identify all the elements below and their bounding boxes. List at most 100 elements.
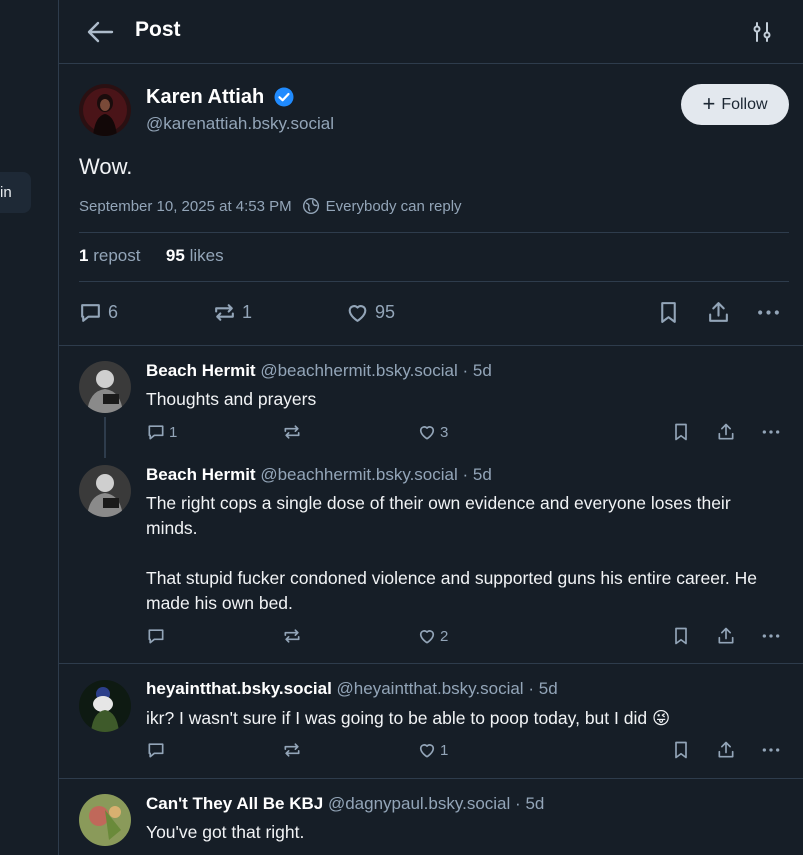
- more-button[interactable]: [761, 740, 781, 760]
- reply-author-handle[interactable]: @beachhermit.bsky.social: [260, 361, 457, 380]
- reply-age[interactable]: 5d: [473, 361, 492, 380]
- reply-button[interactable]: 1: [146, 422, 177, 442]
- reply-text: You've got that right.: [146, 822, 305, 842]
- reply-author[interactable]: heyaintthat.bsky.social @heyaintthat.bsk…: [146, 679, 558, 699]
- reply-age[interactable]: 5d: [525, 794, 544, 813]
- reply-author[interactable]: Can't They All Be KBJ @dagnypaul.bsky.so…: [146, 794, 544, 814]
- like-count: 2: [440, 627, 449, 645]
- reply-button[interactable]: [146, 626, 166, 646]
- author-avatar[interactable]: [79, 84, 131, 136]
- like-icon: [419, 744, 435, 758]
- filter-sliders-icon: [753, 22, 771, 42]
- winking-tongue-emoji: 😜: [651, 708, 671, 728]
- share-button[interactable]: [716, 626, 736, 646]
- back-arrow-icon: [87, 21, 114, 43]
- share-button[interactable]: [716, 422, 736, 442]
- bookmark-icon: [675, 423, 687, 441]
- share-icon: [718, 627, 734, 644]
- repost-icon: [284, 629, 300, 643]
- reply-icon: [148, 743, 164, 758]
- divider: [59, 663, 803, 664]
- like-button[interactable]: 1: [417, 740, 448, 760]
- reply-author[interactable]: Beach Hermit @beachhermit.bsky.social · …: [146, 361, 492, 381]
- post-text: Wow.: [79, 154, 133, 179]
- reply-text-paragraph-1: The right cops a single dose of their ow…: [146, 493, 731, 538]
- reply-author-name[interactable]: heyaintthat.bsky.social: [146, 679, 332, 698]
- bookmark-button[interactable]: [671, 422, 691, 442]
- reply-button[interactable]: 6: [78, 300, 118, 325]
- thread-connector: [104, 417, 106, 458]
- reply-author-name[interactable]: Can't They All Be KBJ: [146, 794, 323, 813]
- reply-text-body: ikr? I wasn't sure if I was going to be …: [146, 708, 648, 728]
- reply-author-handle[interactable]: @dagnypaul.bsky.social: [328, 794, 510, 813]
- author-handle[interactable]: @karenattiah.bsky.social: [146, 114, 334, 134]
- more-button[interactable]: [761, 422, 781, 442]
- repost-button[interactable]: [282, 740, 302, 760]
- post-thread-column: Post Karen Attiah @karenattiah.bsky.soci…: [58, 0, 803, 855]
- reply-count: 1: [169, 423, 178, 441]
- reply-author[interactable]: Beach Hermit @beachhermit.bsky.social · …: [146, 465, 492, 485]
- reply-text: Thoughts and prayers: [146, 389, 317, 409]
- divider: [79, 281, 789, 282]
- bookmark-icon: [675, 627, 687, 645]
- divider: [79, 232, 789, 233]
- reply-author-name[interactable]: Beach Hermit: [146, 361, 256, 380]
- reply-icon: [148, 425, 164, 440]
- like-count-label[interactable]: likes: [190, 246, 224, 265]
- plus-icon: +: [702, 90, 716, 116]
- reply-setting: Everybody can reply: [325, 197, 462, 215]
- like-count: 1: [440, 741, 449, 759]
- thread-settings-button[interactable]: [750, 20, 774, 44]
- separator: ·: [528, 679, 534, 698]
- more-button[interactable]: [761, 626, 781, 646]
- reply-author-name[interactable]: Beach Hermit: [146, 465, 256, 484]
- follow-label: Follow: [721, 95, 768, 113]
- reply-age[interactable]: 5d: [539, 679, 558, 698]
- like-icon: [419, 630, 435, 644]
- more-button[interactable]: [756, 300, 781, 325]
- post-timestamp[interactable]: September 10, 2025 at 4:53 PM: [79, 198, 292, 215]
- like-icon: [419, 426, 435, 440]
- reply-author-handle[interactable]: @beachhermit.bsky.social: [260, 465, 457, 484]
- repost-count-label[interactable]: repost: [93, 246, 140, 265]
- share-icon: [709, 302, 728, 322]
- left-sidebar: in: [0, 0, 58, 855]
- repost-button[interactable]: 1: [212, 300, 252, 325]
- like-button[interactable]: 95: [345, 300, 395, 325]
- share-icon: [718, 423, 734, 440]
- repost-count[interactable]: 1: [79, 246, 88, 265]
- bookmark-button[interactable]: [656, 300, 681, 325]
- sidebar-login-button[interactable]: in: [0, 172, 31, 213]
- follow-button[interactable]: + Follow: [681, 84, 789, 125]
- repost-icon: [284, 425, 300, 439]
- like-count[interactable]: 95: [166, 246, 185, 265]
- more-icon: [758, 310, 779, 315]
- bookmark-button[interactable]: [671, 740, 691, 760]
- author-name[interactable]: Karen Attiah: [146, 86, 264, 109]
- avatar[interactable]: [79, 680, 131, 732]
- page-title: Post: [135, 18, 181, 41]
- like-button[interactable]: 2: [417, 626, 448, 646]
- more-icon: [762, 430, 780, 434]
- repost-button[interactable]: [282, 422, 302, 442]
- post-meta: September 10, 2025 at 4:53 PM Everybody …: [79, 197, 462, 215]
- reply-button[interactable]: [146, 740, 166, 760]
- divider: [59, 345, 803, 346]
- avatar[interactable]: [79, 794, 131, 846]
- repost-button[interactable]: [282, 626, 302, 646]
- more-icon: [762, 634, 780, 638]
- back-button[interactable]: [85, 18, 115, 46]
- more-icon: [762, 748, 780, 752]
- like-button[interactable]: 3: [417, 422, 448, 442]
- reply-author-handle[interactable]: @heyaintthat.bsky.social: [337, 679, 524, 698]
- reply-age[interactable]: 5d: [473, 465, 492, 484]
- bookmark-button[interactable]: [671, 626, 691, 646]
- bookmark-icon: [675, 741, 687, 759]
- avatar[interactable]: [79, 361, 131, 413]
- avatar[interactable]: [79, 465, 131, 517]
- repost-icon: [284, 743, 300, 757]
- like-count-action: 95: [375, 302, 396, 322]
- share-button[interactable]: [706, 300, 731, 325]
- share-button[interactable]: [716, 740, 736, 760]
- separator: ·: [515, 794, 521, 813]
